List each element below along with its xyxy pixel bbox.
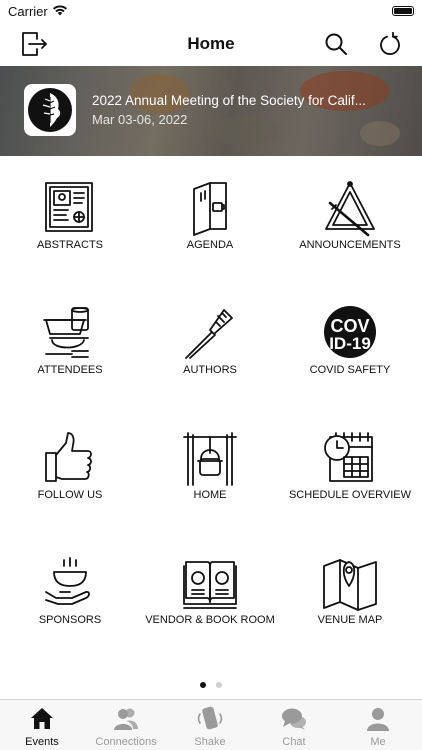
grid-label: ANNOUNCEMENTS bbox=[299, 239, 401, 251]
grid-label: VENDOR & BOOK ROOM bbox=[145, 614, 275, 626]
covid-line-1: COV bbox=[330, 316, 369, 336]
status-bar: Carrier bbox=[0, 0, 422, 22]
refresh-icon bbox=[380, 32, 400, 55]
tab-connections[interactable]: Connections bbox=[84, 700, 168, 750]
grid-item-announcements[interactable]: ANNOUNCEMENTS bbox=[280, 181, 420, 291]
tab-events[interactable]: Events bbox=[0, 700, 84, 750]
phone-shake-icon bbox=[197, 706, 223, 730]
grid-label: VENUE MAP bbox=[317, 614, 383, 626]
abstracts-icon bbox=[45, 182, 93, 232]
sponsors-icon bbox=[45, 557, 90, 605]
page-dot-inactive[interactable] bbox=[216, 682, 222, 688]
tab-label: Chat bbox=[282, 736, 306, 748]
carrier-label: Carrier bbox=[8, 4, 48, 19]
grid-label: ATTENDEES bbox=[37, 364, 103, 376]
grid-item-sponsors[interactable]: SPONSORS bbox=[0, 556, 140, 666]
open-book-icon bbox=[183, 561, 237, 609]
grid-label: SPONSORS bbox=[38, 614, 102, 626]
grid-item-abstracts[interactable]: ABSTRACTS bbox=[0, 181, 140, 291]
grid-label: ABSTRACTS bbox=[36, 239, 103, 251]
person-icon bbox=[367, 708, 389, 731]
search-icon bbox=[325, 33, 347, 55]
grid-item-agenda[interactable]: AGENDA bbox=[140, 181, 280, 291]
tab-label: Shake bbox=[194, 736, 226, 748]
grid-label: HOME bbox=[193, 489, 227, 501]
tab-label: Events bbox=[25, 736, 59, 748]
event-date: Mar 03-06, 2022 bbox=[92, 112, 188, 127]
tab-chat[interactable]: Chat bbox=[252, 700, 336, 750]
page-title: Home bbox=[187, 34, 235, 53]
wifi-icon bbox=[52, 3, 68, 21]
grid-item-venue-map[interactable]: VENUE MAP bbox=[280, 556, 420, 666]
page-indicator[interactable] bbox=[0, 682, 422, 688]
people-icon bbox=[114, 708, 138, 730]
home-pot-icon bbox=[183, 432, 237, 486]
event-banner[interactable]: 2022 Annual Meeting of the Society for C… bbox=[0, 66, 422, 156]
tab-me[interactable]: Me bbox=[336, 700, 420, 750]
grid-item-authors[interactable]: AUTHORS bbox=[140, 306, 280, 416]
agenda-icon bbox=[193, 182, 227, 236]
grid-item-covid-safety[interactable]: COV ID-19 COVID SAFETY bbox=[280, 306, 420, 416]
tab-label: Me bbox=[370, 736, 386, 748]
grid-label: SCHEDULE OVERVIEW bbox=[288, 489, 412, 501]
grid-label: AGENDA bbox=[186, 239, 234, 251]
grid-item-vendor-book-room[interactable]: VENDOR & BOOK ROOM bbox=[140, 556, 280, 666]
grid-item-home[interactable]: HOME bbox=[140, 431, 280, 541]
grid-item-schedule-overview[interactable]: SCHEDULE OVERVIEW bbox=[280, 431, 420, 541]
tab-shake[interactable]: Shake bbox=[168, 700, 252, 750]
schedule-calendar-icon bbox=[324, 432, 373, 482]
announcements-icon bbox=[325, 181, 375, 237]
attendees-icon bbox=[43, 307, 89, 358]
grid-label: COVID SAFETY bbox=[309, 364, 391, 376]
grid-label: AUTHORS bbox=[183, 364, 237, 376]
grid-label: FOLLOW US bbox=[37, 489, 103, 501]
page-dot-active[interactable] bbox=[200, 682, 206, 688]
house-icon bbox=[31, 708, 53, 729]
search-button[interactable] bbox=[320, 28, 352, 60]
chat-bubbles-icon bbox=[282, 708, 306, 730]
grid-item-follow-us[interactable]: FOLLOW US bbox=[0, 431, 140, 541]
refresh-button[interactable] bbox=[374, 28, 406, 60]
leaf-seal-icon bbox=[28, 88, 72, 132]
tab-bar: Events Connections Shake Chat Me bbox=[0, 699, 422, 750]
covid-safety-icon: COV ID-19 bbox=[324, 306, 376, 358]
tab-label: Connections bbox=[95, 736, 157, 748]
event-logo bbox=[24, 84, 76, 136]
thumbs-up-icon bbox=[45, 432, 92, 482]
covid-line-2: ID-19 bbox=[329, 334, 371, 353]
battery-icon bbox=[392, 6, 414, 16]
navigation-bar: Home bbox=[0, 22, 422, 66]
authors-icon bbox=[185, 309, 233, 359]
map-pin-icon bbox=[323, 559, 377, 611]
grid-item-attendees[interactable]: ATTENDEES bbox=[0, 306, 140, 416]
event-title: 2022 Annual Meeting of the Society for C… bbox=[92, 93, 366, 108]
